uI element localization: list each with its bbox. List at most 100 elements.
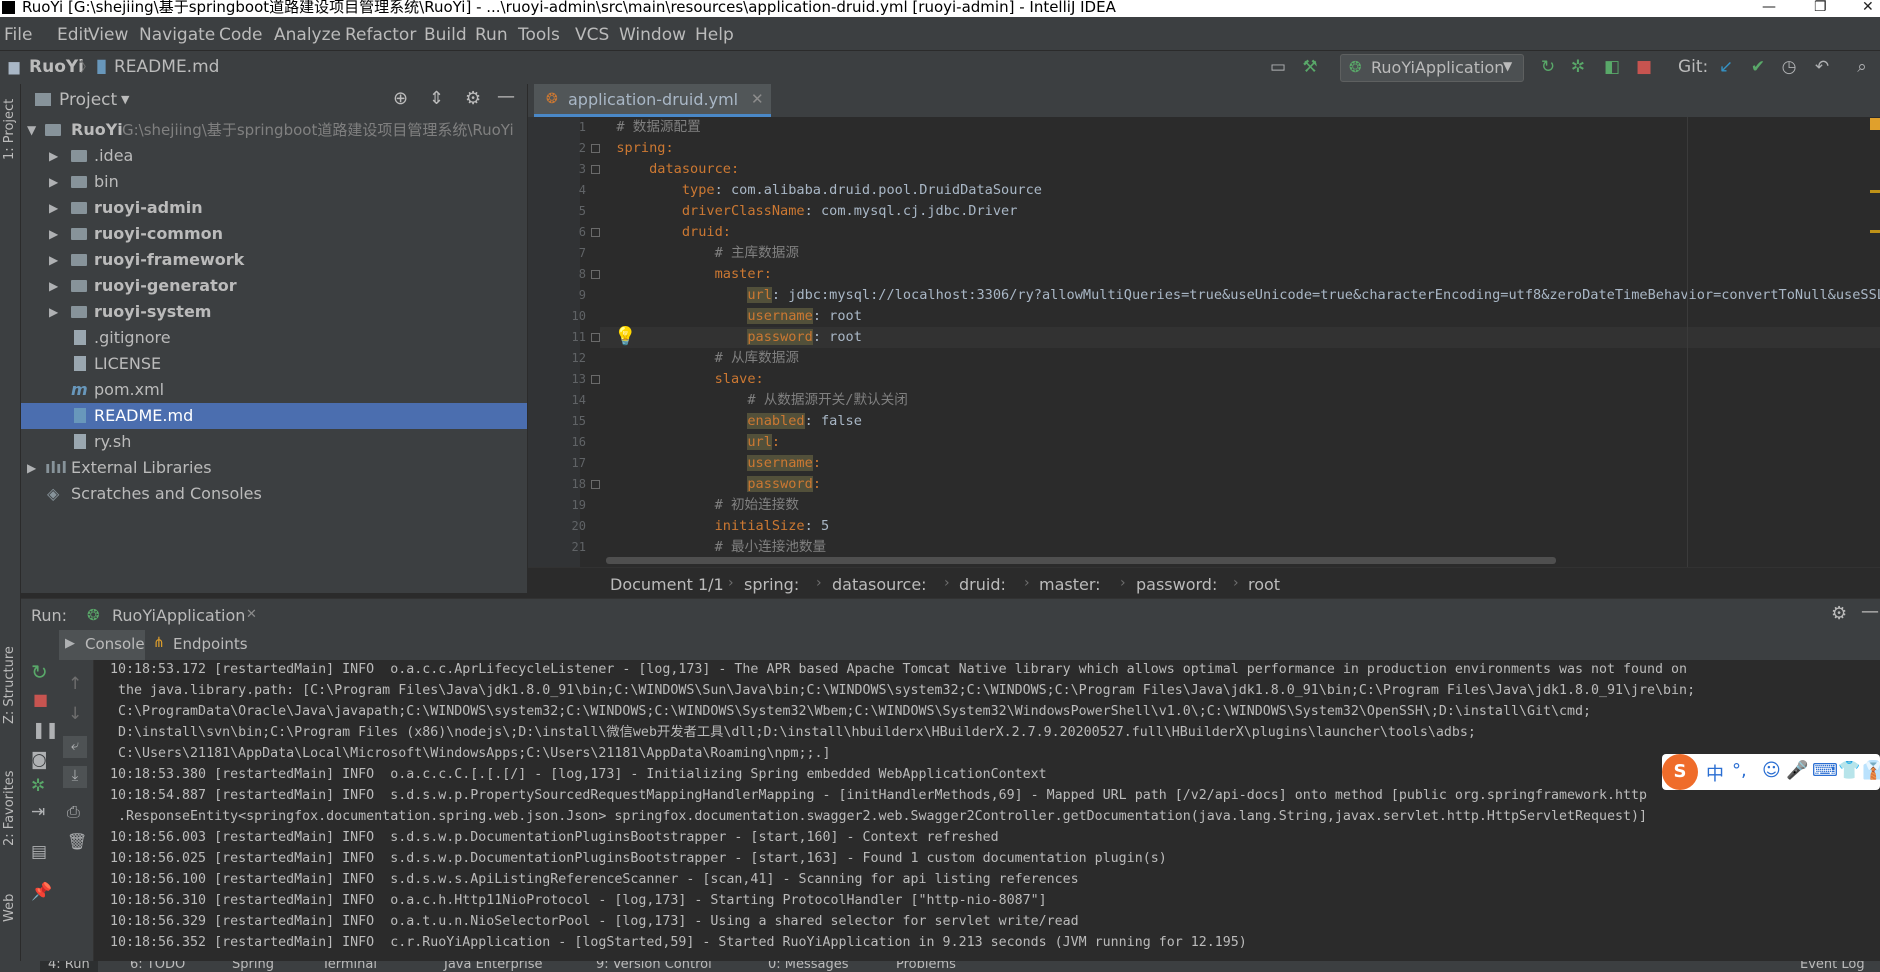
fold-marker-icon[interactable] bbox=[591, 144, 600, 153]
menu-help[interactable]: Help bbox=[695, 25, 734, 45]
inspection-status-icon[interactable] bbox=[1870, 118, 1880, 130]
layout-icon[interactable]: ▭ bbox=[1268, 57, 1288, 77]
collapse-all-icon[interactable]: ⇕ bbox=[429, 88, 444, 109]
close-tab-icon[interactable]: ✕ bbox=[246, 607, 257, 622]
structure-tool-tab[interactable]: Z: Structure bbox=[2, 646, 17, 724]
code-line[interactable]: initialSize: 5 bbox=[600, 516, 1880, 537]
rerun-icon[interactable]: ↻ bbox=[31, 660, 48, 684]
camera-icon[interactable]: ◙ bbox=[31, 750, 48, 770]
arrow-down-icon[interactable]: ↓ bbox=[68, 704, 82, 724]
tool-tab-version-control[interactable]: 9: Version Control bbox=[596, 961, 712, 972]
tree-item-root[interactable]: ▼ RuoYi G:\shejiing\基于springboot道路建设项目管理… bbox=[21, 117, 527, 143]
console-output[interactable]: 10:18:53.172 [restartedMain] INFO o.a.c.… bbox=[94, 660, 1880, 962]
soft-wrap-icon[interactable]: ⤶ bbox=[63, 736, 87, 758]
coverage-icon[interactable]: ◧ bbox=[1602, 57, 1622, 77]
code-editor[interactable]: # 数据源配置 spring: datasource: type: com.al… bbox=[600, 117, 1880, 567]
code-line[interactable]: url: jdbc:mysql://localhost:3306/ry?allo… bbox=[600, 285, 1880, 306]
tool-tab-problems[interactable]: Problems bbox=[896, 961, 956, 972]
fold-marker-icon[interactable] bbox=[591, 228, 600, 237]
tree-item-license[interactable]: LICENSE bbox=[21, 351, 527, 377]
gear-icon[interactable]: ⚙ bbox=[465, 88, 481, 109]
breadcrumb-project[interactable]: RuoYi bbox=[29, 57, 84, 77]
git-update-icon[interactable]: ↙ bbox=[1716, 57, 1736, 77]
breadcrumb-root[interactable]: root bbox=[1248, 575, 1280, 594]
microphone-icon[interactable]: 🎤 bbox=[1786, 760, 1808, 781]
emoji-icon[interactable]: ☺ bbox=[1762, 760, 1781, 781]
menu-code[interactable]: Code bbox=[219, 25, 263, 45]
breadcrumb-spring[interactable]: spring: bbox=[744, 575, 799, 594]
tree-item-ruoyi-system[interactable]: ▶ ruoyi-system bbox=[21, 299, 527, 325]
menu-refactor[interactable]: Refactor bbox=[345, 25, 416, 45]
stop-icon[interactable]: ■ bbox=[33, 690, 48, 709]
expand-arrow-icon[interactable]: ▼ bbox=[27, 117, 36, 143]
expand-arrow-icon[interactable]: ▶ bbox=[49, 299, 58, 325]
search-icon[interactable]: ⌕ bbox=[1852, 57, 1872, 77]
menu-file[interactable]: File bbox=[4, 25, 32, 45]
fold-marker-icon[interactable] bbox=[591, 165, 600, 174]
code-line[interactable]: # 数据源配置 bbox=[600, 117, 1880, 138]
tool-tab-terminal[interactable]: Terminal bbox=[322, 961, 377, 972]
exit-icon[interactable]: ⇥ bbox=[31, 802, 45, 822]
tool-tab-event-log[interactable]: Event Log bbox=[1800, 961, 1865, 972]
layout-icon[interactable]: ▤ bbox=[31, 842, 47, 862]
code-line[interactable]: username: bbox=[600, 453, 1880, 474]
breadcrumb-datasource[interactable]: datasource: bbox=[832, 575, 927, 594]
ime-punctuation[interactable]: °, bbox=[1732, 760, 1747, 781]
revert-icon[interactable]: ↶ bbox=[1812, 57, 1832, 77]
menu-build[interactable]: Build bbox=[424, 25, 467, 45]
web-tool-tab[interactable]: Web bbox=[2, 894, 17, 922]
expand-arrow-icon[interactable]: ▶ bbox=[49, 143, 58, 169]
print-icon[interactable]: ⎙ bbox=[67, 802, 80, 822]
expand-arrow-icon[interactable]: ▶ bbox=[27, 455, 36, 481]
chevron-down-icon[interactable]: ▼ bbox=[121, 93, 129, 106]
menu-window[interactable]: Window bbox=[619, 25, 686, 45]
menu-analyze[interactable]: Analyze bbox=[274, 25, 341, 45]
tree-item-idea[interactable]: ▶ .idea bbox=[21, 143, 527, 169]
code-line[interactable]: datasource: bbox=[600, 159, 1880, 180]
code-line[interactable]: spring: bbox=[600, 138, 1880, 159]
tool-tab-todo[interactable]: 6: TODO bbox=[130, 961, 185, 972]
breadcrumb-druid[interactable]: druid: bbox=[959, 575, 1006, 594]
stop-icon[interactable]: ■ bbox=[1634, 57, 1654, 77]
code-line[interactable]: url: bbox=[600, 432, 1880, 453]
locate-icon[interactable]: ⊕ bbox=[393, 88, 408, 109]
hide-panel-icon[interactable]: — bbox=[1861, 601, 1879, 622]
menu-view[interactable]: View bbox=[88, 25, 128, 45]
hammer-icon[interactable]: ⚒ bbox=[1300, 57, 1320, 77]
code-line[interactable]: enabled: false bbox=[600, 411, 1880, 432]
tree-item-ruoyi-framework[interactable]: ▶ ruoyi-framework bbox=[21, 247, 527, 273]
code-line[interactable]: # 从库数据源 bbox=[600, 348, 1880, 369]
rerun-icon[interactable]: ↻ bbox=[1538, 57, 1558, 77]
code-line[interactable]: username: root bbox=[600, 306, 1880, 327]
toolbox-icon[interactable]: 👔 bbox=[1862, 760, 1880, 781]
maximize-button[interactable]: ❐ bbox=[1814, 0, 1827, 15]
favorites-tool-tab[interactable]: 2: Favorites bbox=[2, 770, 17, 846]
expand-arrow-icon[interactable]: ▶ bbox=[49, 221, 58, 247]
gear-icon[interactable]: ⚙ bbox=[1831, 603, 1847, 624]
code-line[interactable]: type: com.alibaba.druid.pool.DruidDataSo… bbox=[600, 180, 1880, 201]
close-tab-icon[interactable]: ✕ bbox=[751, 90, 764, 108]
expand-arrow-icon[interactable]: ▶ bbox=[49, 247, 58, 273]
tree-item-ruoyi-admin[interactable]: ▶ ruoyi-admin bbox=[21, 195, 527, 221]
editor-tab-application-druid[interactable]: ❂ application-druid.yml ✕ bbox=[534, 84, 771, 117]
trash-icon[interactable]: 🗑 bbox=[67, 832, 87, 851]
tree-item-pom[interactable]: m pom.xml bbox=[21, 377, 527, 403]
menu-vcs[interactable]: VCS bbox=[575, 25, 609, 45]
debug-icon[interactable]: ✲ bbox=[1568, 57, 1588, 77]
tool-tab-java-enterprise[interactable]: Java Enterprise bbox=[444, 961, 542, 972]
fold-marker-icon[interactable] bbox=[591, 270, 600, 279]
code-line[interactable]: # 最小连接池数量 bbox=[600, 537, 1880, 558]
code-line[interactable]: # 初始连接数 bbox=[600, 495, 1880, 516]
breadcrumb-master[interactable]: master: bbox=[1039, 575, 1101, 594]
tool-tab-spring[interactable]: Spring bbox=[232, 961, 274, 972]
scroll-to-end-icon[interactable]: ⤓ bbox=[63, 766, 87, 788]
menu-tools[interactable]: Tools bbox=[518, 25, 560, 45]
keyboard-icon[interactable]: ⌨ bbox=[1812, 760, 1838, 781]
menu-run[interactable]: Run bbox=[475, 25, 508, 45]
expand-arrow-icon[interactable]: ▶ bbox=[49, 169, 58, 195]
minimize-button[interactable]: — bbox=[1762, 0, 1776, 15]
horizontal-scrollbar[interactable] bbox=[606, 557, 1556, 564]
tree-item-bin[interactable]: ▶ bin bbox=[21, 169, 527, 195]
history-icon[interactable]: ◷ bbox=[1779, 57, 1799, 77]
code-line[interactable]: password: bbox=[600, 474, 1880, 495]
